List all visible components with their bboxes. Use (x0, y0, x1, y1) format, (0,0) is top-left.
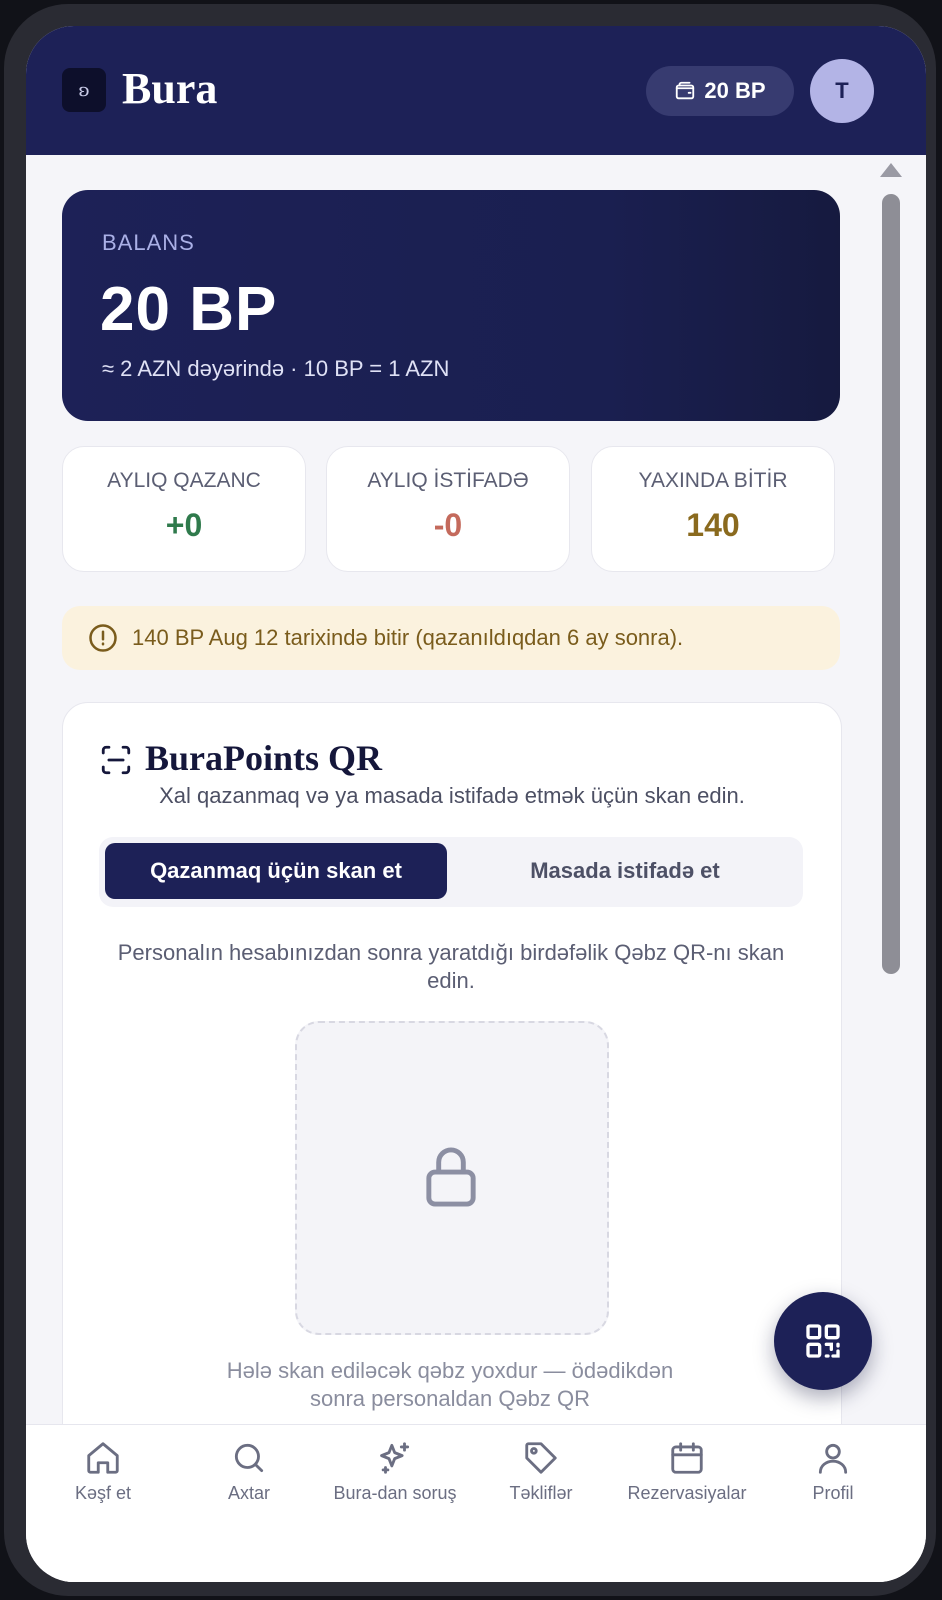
stat-expiring-soon: YAXINDA BİTİR 140 (591, 446, 835, 572)
logo-glyph: ʚ (78, 79, 90, 101)
points-badge-value: 20 BP (704, 78, 766, 103)
points-badge[interactable]: 20 BP (646, 66, 794, 116)
balance-value: 20 BP (100, 275, 278, 344)
balance-conversion: ≈ 2 AZN dəyərində · 10 BP = 1 AZN (102, 356, 450, 381)
nav-item-search[interactable]: Axtar (176, 1439, 322, 1519)
search-icon (234, 1443, 264, 1473)
app-logo[interactable]: ʚ (62, 68, 106, 112)
qr-empty-state: Hələ skan ediləcək qəbz yoxdur — ödədikd… (226, 1358, 674, 1411)
qr-code-icon (806, 1324, 840, 1358)
balance-label: BALANS (102, 230, 195, 255)
nav-label: Kəşf et (74, 1483, 132, 1503)
lock-icon (426, 1147, 476, 1207)
nav-item-explore[interactable]: Kəşf et (30, 1439, 176, 1519)
expiry-warning-text: 140 BP Aug 12 tarixində bitir (qazanıldı… (132, 625, 684, 650)
calendar-icon (671, 1442, 703, 1474)
stat-value: 140 (686, 507, 740, 543)
nav-item-ask-bura[interactable]: Bura-dan soruş (322, 1439, 468, 1519)
scroll-up-arrow[interactable] (880, 163, 902, 177)
qr-scan-fab[interactable] (774, 1292, 872, 1390)
expiry-warning: 140 BP Aug 12 tarixində bitir (qazanıldı… (62, 606, 840, 670)
nav-item-reservations[interactable]: Rezervasiyalar (614, 1439, 760, 1519)
nav-item-profile[interactable]: Profil (760, 1439, 906, 1519)
nav-label: Profil (812, 1483, 854, 1503)
stat-label: AYLIQ QAZANC (107, 469, 261, 492)
stat-value: -0 (433, 507, 463, 543)
tab-scan-to-earn[interactable]: Qazanmaq üçün skan et (105, 843, 447, 899)
bottom-nav: Kəşf et Axtar Bura-dan soruş Təkliflər R… (26, 1424, 926, 1582)
avatar[interactable]: T (810, 59, 874, 123)
alert-circle-icon (89, 624, 117, 652)
nav-label: Bura-dan soruş (333, 1483, 457, 1503)
nav-item-offers[interactable]: Təkliflər (468, 1439, 614, 1519)
app-screen: ʚ Bura 20 BP T BALANS 20 BP ≈ 2 AZN dəyə… (26, 26, 926, 1582)
qr-card-subtitle: Xal qazanmaq və ya masada istifadə etmək… (159, 783, 745, 808)
nav-label: Təkliflər (509, 1483, 573, 1503)
user-icon (818, 1443, 848, 1474)
qr-mode-tabs: Qazanmaq üçün skan et Masada istifadə et (99, 837, 803, 907)
scrollbar-thumb[interactable] (882, 194, 900, 974)
device-frame: ʚ Bura 20 BP T BALANS 20 BP ≈ 2 AZN dəyə… (4, 4, 936, 1596)
stat-label: YAXINDA BİTİR (638, 469, 788, 492)
wallet-icon (676, 81, 695, 100)
stat-monthly-used: AYLIQ İSTİFADƏ -0 (326, 446, 570, 572)
home-icon (87, 1442, 119, 1474)
qr-placeholder (295, 1021, 609, 1335)
tag-icon (525, 1442, 557, 1474)
stat-monthly-earned: AYLIQ QAZANC +0 (62, 446, 306, 572)
app-header: ʚ Bura 20 BP T (26, 26, 926, 155)
app-title: Bura (122, 64, 218, 113)
scan-icon (101, 745, 131, 775)
stat-label: AYLIQ İSTİFADƏ (367, 469, 529, 492)
qr-card-title: BuraPoints QR (145, 738, 383, 778)
balance-card: BALANS 20 BP ≈ 2 AZN dəyərində · 10 BP =… (62, 190, 840, 421)
nav-label: Rezervasiyalar (627, 1483, 747, 1503)
sparkles-icon (380, 1442, 410, 1474)
nav-label: Axtar (227, 1483, 270, 1503)
stat-value: +0 (165, 507, 203, 543)
tab-use-at-table[interactable]: Masada istifadə et (453, 843, 797, 899)
qr-instruction: Personalın hesabınızdan sonra yaratdığı … (117, 940, 785, 993)
